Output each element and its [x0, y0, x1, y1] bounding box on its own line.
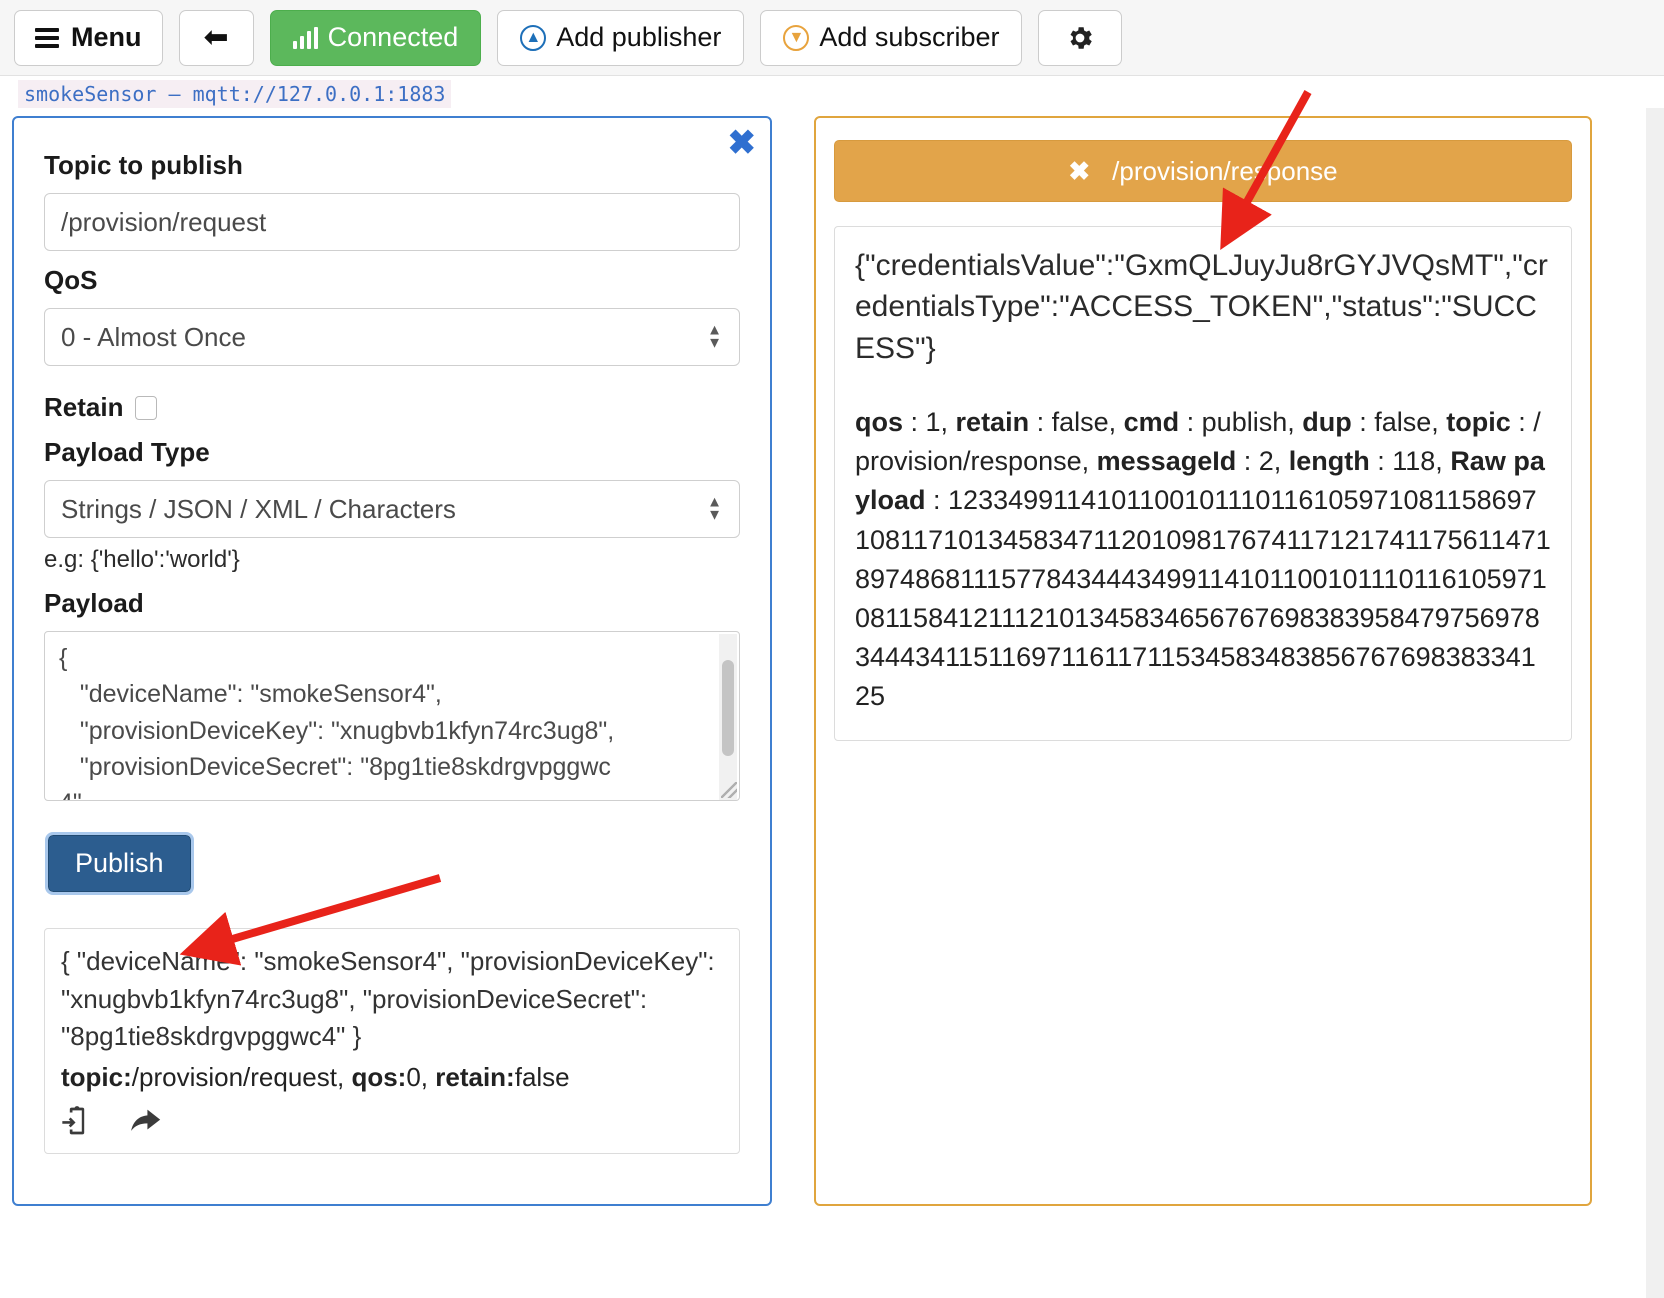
subscriber-message: {"credentialsValue":"GxmQLJuyJu8rGYJVQsM… — [834, 226, 1572, 742]
main-area: ✖ Topic to publish QoS ▲▼ Retain Payload… — [0, 110, 1664, 1206]
publisher-log-body: { "deviceName": "smokeSensor4", "provisi… — [61, 946, 715, 1052]
msg-rawpayload-value: : 12334991141011001011101161059710811586… — [855, 485, 1551, 712]
subscriber-message-body: {"credentialsValue":"GxmQLJuyJu8rGYJVQsM… — [855, 249, 1548, 365]
msg-dup-key: dup — [1302, 407, 1352, 438]
publisher-card: ✖ Topic to publish QoS ▲▼ Retain Payload… — [12, 116, 772, 1206]
payload-label: Payload — [44, 588, 144, 618]
publisher-log-meta: topic:/provision/request, qos:0, retain:… — [61, 1062, 723, 1093]
publisher-log-actions — [61, 1105, 723, 1137]
menu-button-label: Menu — [71, 22, 142, 52]
retain-checkbox[interactable] — [135, 395, 158, 420]
connection-status-label: Connected — [327, 22, 459, 52]
add-publisher-button[interactable]: ▲ Add publisher — [497, 9, 745, 66]
msg-messageid-value: : 2, — [1236, 446, 1289, 477]
page-scrollbar[interactable] — [1646, 108, 1664, 1298]
toolbar: Menu ⬅ Connected ▲ Add publisher ▼ Add s… — [0, 0, 1664, 76]
msg-cmd-key: cmd — [1123, 407, 1180, 438]
msg-qos-value: : 1, — [903, 407, 956, 438]
msg-topic-key: topic — [1446, 407, 1511, 438]
publish-button[interactable]: Publish — [45, 832, 194, 895]
retain-label: Retain — [44, 392, 124, 422]
add-subscriber-button[interactable]: ▼ Add subscriber — [760, 9, 1023, 66]
connection-status-button[interactable]: Connected — [269, 9, 482, 66]
add-publisher-label: Add publisher — [556, 22, 722, 52]
subscriber-card: ✖ /provision/response {"credentialsValue… — [814, 116, 1592, 1206]
back-button[interactable]: ⬅ — [178, 9, 254, 66]
publisher-log-entry: { "deviceName": "smokeSensor4", "provisi… — [44, 928, 740, 1155]
hamburger-icon — [35, 24, 59, 52]
payload-type-select-wrapper[interactable]: ▲▼ — [44, 480, 740, 538]
qos-select-wrapper[interactable]: ▲▼ — [44, 308, 740, 366]
payload-type-label: Payload Type — [44, 437, 210, 467]
payload-textarea[interactable]: { "deviceName": "smokeSensor4", "provisi… — [44, 631, 740, 801]
circle-arrow-down-icon: ▼ — [783, 24, 810, 51]
publisher-close-icon[interactable]: ✖ — [728, 126, 757, 160]
log-topic-key: topic: — [61, 1062, 132, 1093]
subscriber-close-icon[interactable]: ✖ — [1068, 156, 1090, 187]
msg-length-value: : 118, — [1369, 446, 1451, 477]
payload-type-select[interactable] — [44, 480, 740, 538]
payload-resize-grip[interactable] — [721, 782, 737, 798]
msg-qos-key: qos — [855, 407, 904, 438]
msg-messageid-key: messageId — [1096, 446, 1237, 477]
log-qos-value: 0, — [406, 1062, 436, 1093]
settings-button[interactable] — [1038, 9, 1123, 66]
payload-type-hint: e.g: {'hello':'world'} — [44, 546, 240, 573]
log-qos-key: qos: — [351, 1062, 407, 1093]
msg-retain-key: retain — [955, 407, 1030, 438]
menu-button[interactable]: Menu — [14, 9, 163, 66]
signal-bars-icon — [292, 26, 318, 49]
subscriber-topic-bar[interactable]: ✖ /provision/response — [834, 140, 1572, 202]
add-subscriber-label: Add subscriber — [819, 22, 1000, 52]
gear-icon — [1070, 26, 1093, 49]
log-retain-value: false — [514, 1062, 570, 1093]
connection-bar: smokeSensor – mqtt://127.0.0.1:1883 — [0, 76, 1664, 110]
msg-length-key: length — [1288, 446, 1370, 477]
msg-cmd-value: : publish, — [1179, 407, 1303, 438]
log-topic-value: /provision/request, — [131, 1062, 352, 1093]
forward-arrow-icon[interactable] — [129, 1106, 163, 1136]
arrow-left-icon: ⬅ — [203, 20, 229, 54]
payload-scrollbar[interactable] — [719, 634, 737, 800]
qos-label: QoS — [44, 265, 98, 295]
retain-row: Retain — [44, 392, 740, 423]
msg-dup-value: : false, — [1351, 407, 1447, 438]
topic-to-publish-input[interactable] — [44, 193, 740, 251]
connection-string: smokeSensor – mqtt://127.0.0.1:1883 — [18, 80, 452, 108]
qos-select[interactable] — [44, 308, 740, 366]
subscriber-topic-label: /provision/response — [1112, 155, 1338, 186]
payload-textarea-value: { "deviceName": "smokeSensor4", "provisi… — [59, 644, 615, 800]
circle-arrow-up-icon: ▲ — [520, 24, 547, 51]
msg-retain-value: : false, — [1029, 407, 1124, 438]
subscriber-message-meta: qos : 1, retain : false, cmd : publish, … — [855, 403, 1551, 716]
log-retain-key: retain: — [435, 1062, 515, 1093]
import-clipboard-icon[interactable] — [61, 1105, 93, 1137]
topic-to-publish-label: Topic to publish — [44, 150, 243, 180]
